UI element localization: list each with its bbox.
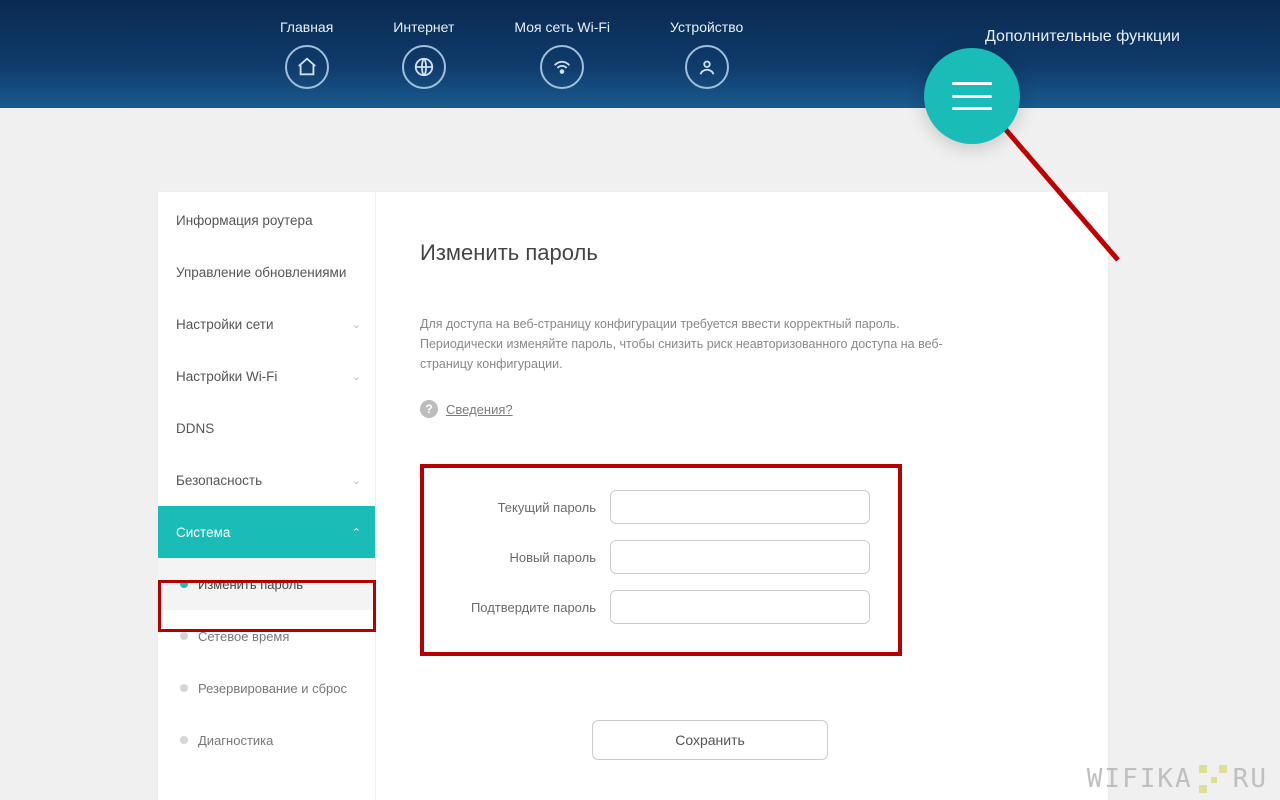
bullet-icon: [180, 632, 188, 640]
nav-internet[interactable]: Интернет: [393, 19, 454, 89]
new-password-input[interactable]: [610, 540, 870, 574]
nav-device[interactable]: Устройство: [670, 19, 743, 89]
sidebar-sub-label: Резервирование и сброс: [198, 681, 347, 696]
device-icon: [685, 45, 729, 89]
confirm-password-input[interactable]: [610, 590, 870, 624]
sidebar-sub-label: Изменить пароль: [198, 577, 303, 592]
nav-internet-label: Интернет: [393, 19, 454, 35]
bullet-icon: [180, 580, 188, 588]
wifi-icon: [540, 45, 584, 89]
main-panel: Информация роутера Управление обновления…: [158, 192, 1108, 800]
hamburger-icon: [952, 82, 992, 110]
question-icon: ?: [420, 400, 438, 418]
extra-functions-label: Дополнительные функции: [985, 28, 1180, 46]
top-nav: Главная Интернет Моя сеть Wi-Fi Устройст…: [0, 0, 1280, 108]
bullet-icon: [180, 736, 188, 744]
current-password-input[interactable]: [610, 490, 870, 524]
info-link-text[interactable]: Сведения?: [446, 402, 513, 417]
sidebar-item-security[interactable]: Безопасность ⌄: [158, 454, 375, 506]
extra-functions-button[interactable]: [924, 48, 1020, 144]
password-form-highlight: Текущий пароль Новый пароль Подтвердите …: [420, 464, 902, 656]
nav-home-label: Главная: [280, 19, 333, 35]
sidebar-item-label: Настройки сети: [176, 317, 273, 332]
sidebar-sub-network-time[interactable]: Сетевое время: [158, 610, 375, 662]
sidebar-item-router-info[interactable]: Информация роутера: [158, 194, 375, 246]
save-button[interactable]: Сохранить: [592, 720, 828, 760]
chevron-down-icon: ⌄: [352, 474, 361, 487]
sidebar-item-updates[interactable]: Управление обновлениями: [158, 246, 375, 298]
home-icon: [285, 45, 329, 89]
chevron-up-icon: ⌃: [352, 526, 361, 539]
nav-wifi-label: Моя сеть Wi-Fi: [514, 19, 610, 35]
globe-icon: [402, 45, 446, 89]
sidebar-item-label: Информация роутера: [176, 213, 313, 228]
sidebar-item-wifi-settings[interactable]: Настройки Wi-Fi ⌄: [158, 350, 375, 402]
sidebar-item-network-settings[interactable]: Настройки сети ⌄: [158, 298, 375, 350]
sidebar-sub-backup-reset[interactable]: Резервирование и сброс: [158, 662, 375, 714]
current-password-row: Текущий пароль: [448, 490, 874, 524]
new-password-label: Новый пароль: [448, 550, 596, 565]
sidebar: Информация роутера Управление обновления…: [158, 192, 376, 800]
nav-device-label: Устройство: [670, 19, 743, 35]
chevron-down-icon: ⌄: [352, 318, 361, 331]
current-password-label: Текущий пароль: [448, 500, 596, 515]
confirm-password-label: Подтвердите пароль: [448, 600, 596, 615]
sidebar-sub-diagnostics[interactable]: Диагностика: [158, 714, 375, 766]
page-title: Изменить пароль: [420, 240, 1064, 266]
watermark-text-right: RU: [1233, 764, 1268, 794]
watermark: WIFIKA RU: [1087, 764, 1268, 794]
sidebar-item-label: Управление обновлениями: [176, 265, 346, 280]
page-description: Для доступа на веб-страницу конфигурации…: [420, 314, 980, 374]
nav-home[interactable]: Главная: [280, 19, 333, 89]
sidebar-sub-change-password[interactable]: Изменить пароль: [158, 558, 375, 610]
chevron-down-icon: ⌄: [352, 370, 361, 383]
content-area: Изменить пароль Для доступа на веб-стран…: [376, 192, 1108, 800]
sidebar-item-system[interactable]: Система ⌃: [158, 506, 375, 558]
sidebar-item-label: Система: [176, 525, 230, 540]
sidebar-item-ddns[interactable]: DDNS: [158, 402, 375, 454]
new-password-row: Новый пароль: [448, 540, 874, 574]
sidebar-item-label: Безопасность: [176, 473, 262, 488]
sidebar-item-label: Настройки Wi-Fi: [176, 369, 277, 384]
info-link[interactable]: ? Сведения?: [420, 400, 1064, 418]
sidebar-item-label: DDNS: [176, 421, 214, 436]
nav-wifi[interactable]: Моя сеть Wi-Fi: [514, 19, 610, 89]
qr-icon: [1199, 765, 1227, 793]
confirm-password-row: Подтвердите пароль: [448, 590, 874, 624]
sidebar-sub-label: Диагностика: [198, 733, 273, 748]
bullet-icon: [180, 684, 188, 692]
sidebar-sub-label: Сетевое время: [198, 629, 289, 644]
